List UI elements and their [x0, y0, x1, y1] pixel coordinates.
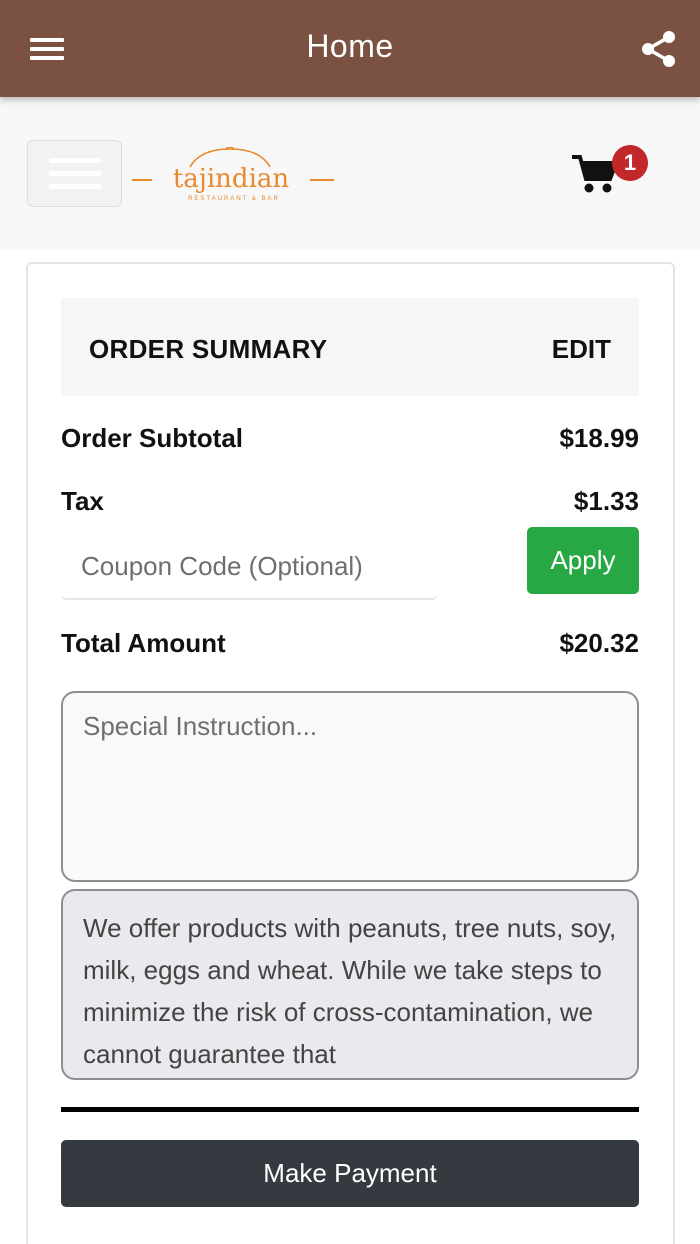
special-instructions-field[interactable]: [61, 691, 639, 882]
apply-coupon-button[interactable]: Apply: [527, 527, 639, 594]
allergy-notice[interactable]: We offer products with peanuts, tree nut…: [61, 889, 639, 1080]
logo-subtext: RESTAURANT & BAR: [188, 196, 280, 202]
order-summary-header: ORDER SUMMARY EDIT: [61, 298, 639, 396]
app-title: Home: [306, 28, 394, 64]
subtotal-value: $18.99: [559, 423, 639, 453]
restaurant-logo[interactable]: tajindian RESTAURANT & BAR: [130, 147, 338, 203]
logo-wordmark: tajindian: [173, 164, 290, 194]
site-menu-toggle-button[interactable]: [27, 140, 122, 207]
share-icon[interactable]: [640, 30, 678, 68]
total-amount-value: $20.32: [559, 628, 639, 658]
edit-order-link[interactable]: EDIT: [552, 334, 611, 365]
order-summary-title: ORDER SUMMARY: [89, 334, 328, 364]
coupon-code-input[interactable]: [61, 534, 438, 600]
divider: [61, 1107, 639, 1112]
tax-value: $1.33: [573, 486, 639, 516]
tax-label: Tax: [61, 486, 104, 516]
app-bar: Home: [0, 0, 700, 97]
cart-count-badge: 1: [612, 145, 648, 181]
make-payment-button[interactable]: Make Payment: [61, 1140, 639, 1207]
subtotal-label: Order Subtotal: [61, 423, 244, 453]
total-amount-label: Total Amount: [61, 628, 226, 658]
site-header: tajindian RESTAURANT & BAR: [0, 97, 700, 250]
